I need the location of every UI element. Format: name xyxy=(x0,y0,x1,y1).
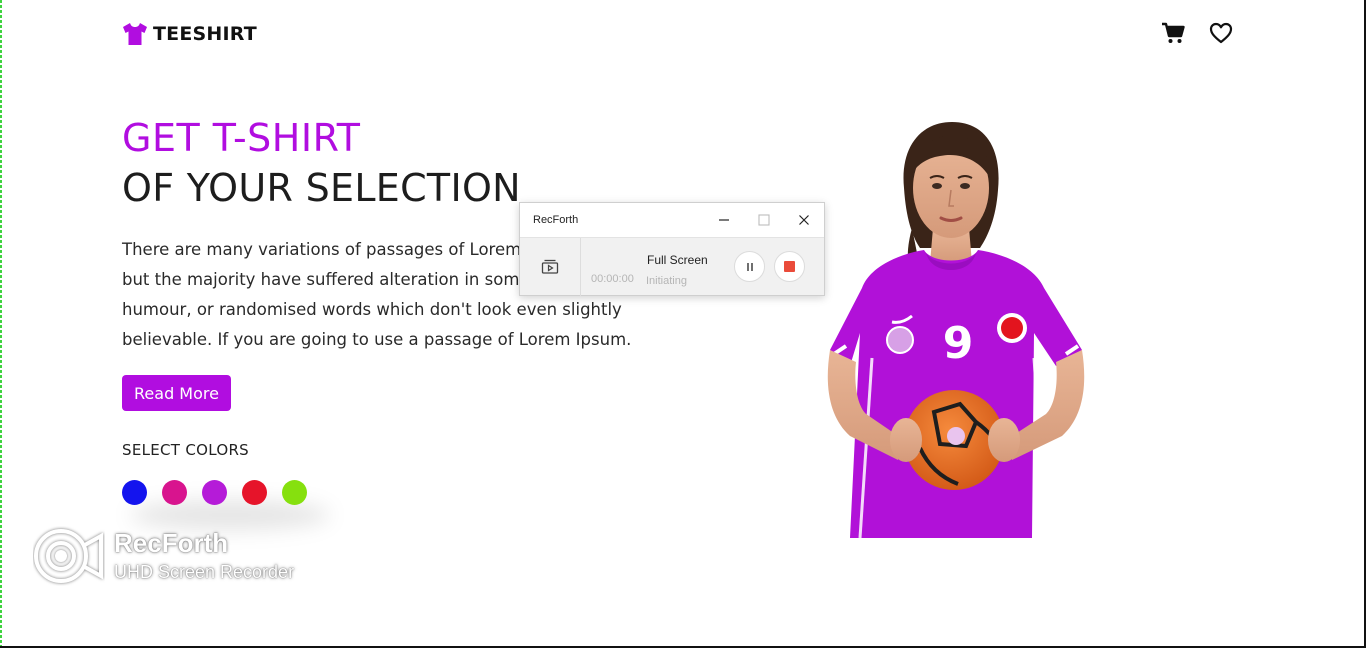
color-swatch-green[interactable] xyxy=(282,480,307,505)
recorder-body: Full Screen 00:00:00 Initiating xyxy=(520,237,824,296)
recorder-titlebar[interactable]: RecForth xyxy=(520,203,824,237)
color-swatch-red[interactable] xyxy=(242,480,267,505)
headline-accent: GET T-SHIRT xyxy=(122,116,361,160)
recording-border-left xyxy=(0,0,2,648)
color-swatch-purple[interactable] xyxy=(202,480,227,505)
watermark-title: RecForth xyxy=(114,528,229,558)
heart-icon[interactable] xyxy=(1208,20,1234,46)
watermark-subtitle: UHD Screen Recorder xyxy=(114,562,295,582)
headline-main: OF YOUR SELECTION xyxy=(122,166,521,210)
jersey-number: 9 xyxy=(943,318,974,369)
color-swatch-blue[interactable] xyxy=(122,480,147,505)
recorder-title: RecForth xyxy=(533,214,579,226)
select-colors-label: SELECT COLORS xyxy=(122,441,249,459)
cart-icon[interactable] xyxy=(1160,20,1186,46)
minimize-icon[interactable] xyxy=(716,212,732,228)
color-swatch-pink[interactable] xyxy=(162,480,187,505)
read-more-button[interactable]: Read More xyxy=(122,375,231,411)
pause-icon xyxy=(746,262,753,271)
recording-timer: 00:00:00 xyxy=(591,273,634,285)
capture-mode-label: Full Screen xyxy=(647,253,708,267)
recforth-logo-icon xyxy=(34,529,103,583)
header-actions xyxy=(1160,20,1234,46)
stop-button[interactable] xyxy=(774,251,805,282)
description-line: humour, or randomised words which don't … xyxy=(122,300,622,319)
pause-button[interactable] xyxy=(734,251,765,282)
screen-capture-icon xyxy=(541,259,559,274)
brand-name: TEESHIRT xyxy=(153,23,257,45)
maximize-icon[interactable] xyxy=(756,212,772,228)
capture-mode-button[interactable] xyxy=(520,238,581,296)
close-icon[interactable] xyxy=(796,212,812,228)
stop-icon xyxy=(784,261,795,272)
description-line: believable. If you are going to use a pa… xyxy=(122,330,632,349)
recording-status: Initiating xyxy=(646,275,687,287)
color-swatches xyxy=(122,480,307,505)
hero-model-image: 9 xyxy=(827,122,1085,539)
recorder-window: RecForth Full Screen 00:00:00 Initiating xyxy=(519,202,825,296)
tshirt-icon xyxy=(123,23,147,45)
brand-logo[interactable]: TEESHIRT xyxy=(122,22,257,46)
